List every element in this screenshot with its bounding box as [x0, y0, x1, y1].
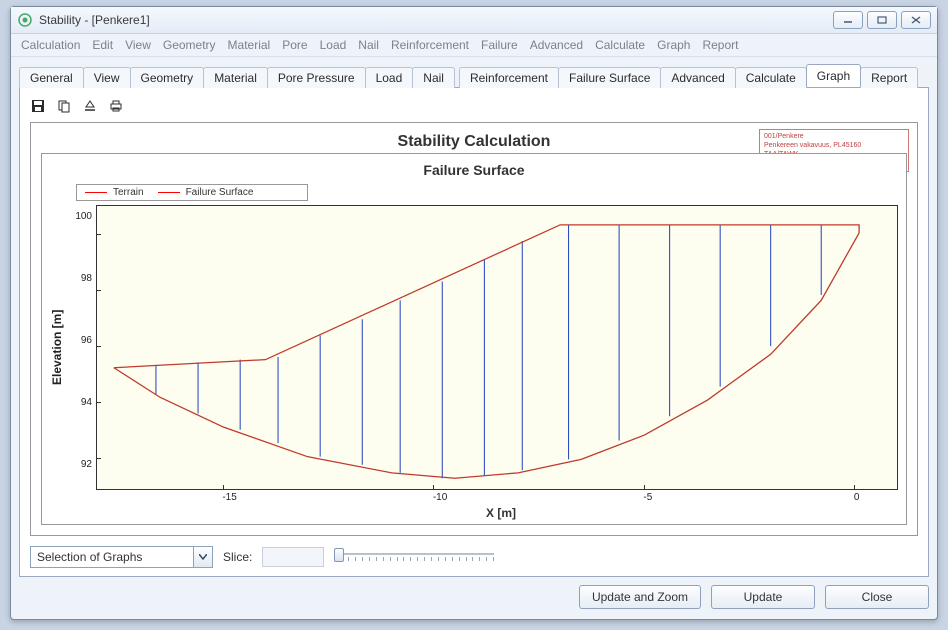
tabstrip[interactable]: GeneralViewGeometryMaterialPore Pressure… — [19, 63, 929, 88]
menu-material[interactable]: Material — [228, 38, 271, 52]
titlebar[interactable]: Stability - [Penkere1] — [11, 7, 937, 34]
menu-edit[interactable]: Edit — [92, 38, 113, 52]
chart-frame: 001/Penkere Penkereen vakavuus, PL45160 … — [30, 122, 918, 536]
tab-advanced[interactable]: Advanced — [660, 67, 735, 88]
maximize-button[interactable] — [867, 11, 897, 29]
tab-load[interactable]: Load — [365, 67, 414, 88]
tab-failure-surface[interactable]: Failure Surface — [558, 67, 661, 88]
menu-failure[interactable]: Failure — [481, 38, 518, 52]
plot-wrapper: Elevation [m] 10098969492 — [50, 205, 898, 490]
legend-item: Terrain — [85, 187, 144, 198]
dialog-footer: Update and Zoom Update Close — [19, 585, 929, 609]
menu-nail[interactable]: Nail — [358, 38, 379, 52]
menu-reinforcement[interactable]: Reinforcement — [391, 38, 469, 52]
tab-view[interactable]: View — [83, 67, 131, 88]
graph-tab-panel: 001/Penkere Penkereen vakavuus, PL45160 … — [19, 88, 929, 577]
chevron-down-icon[interactable] — [193, 547, 212, 567]
window-buttons — [833, 11, 931, 29]
minimize-button[interactable] — [833, 11, 863, 29]
plot-area[interactable] — [96, 205, 898, 490]
save-icon[interactable] — [30, 98, 46, 114]
update-and-zoom-button[interactable]: Update and Zoom — [579, 585, 701, 609]
menu-calculation[interactable]: Calculation — [21, 38, 80, 52]
tab-material[interactable]: Material — [203, 67, 268, 88]
app-icon — [17, 12, 33, 28]
menubar[interactable]: Calculation Edit View Geometry Material Pore L… — [11, 34, 937, 57]
chart-inner-frame: Failure Surface Terrain Failure Surface E… — [41, 153, 907, 525]
copy-icon[interactable] — [56, 98, 72, 114]
window-title: Stability - [Penkere1] — [39, 13, 833, 27]
graph-selection-combo[interactable]: Selection of Graphs — [30, 546, 213, 568]
tab-graph[interactable]: Graph — [806, 64, 861, 87]
graph-toolbar — [30, 96, 918, 116]
chart-legend: Terrain Failure Surface — [76, 184, 308, 201]
close-button[interactable] — [901, 11, 931, 29]
close-dialog-button[interactable]: Close — [825, 585, 929, 609]
menu-advanced[interactable]: Advanced — [530, 38, 583, 52]
tab-pore-pressure[interactable]: Pore Pressure — [267, 67, 366, 88]
x-axis-ticks: -15-10-50 — [104, 492, 898, 504]
menu-calculate[interactable]: Calculate — [595, 38, 645, 52]
menu-report[interactable]: Report — [702, 38, 738, 52]
y-axis-ticks: 10098969492 — [66, 205, 96, 490]
chart-subtitle: Failure Surface — [42, 162, 906, 178]
tab-general[interactable]: General — [19, 67, 84, 88]
tab-reinforcement[interactable]: Reinforcement — [459, 67, 559, 88]
graph-selection-value: Selection of Graphs — [31, 550, 193, 564]
zoom-extents-icon[interactable] — [82, 98, 98, 114]
menu-geometry[interactable]: Geometry — [163, 38, 216, 52]
menu-view[interactable]: View — [125, 38, 151, 52]
menu-load[interactable]: Load — [320, 38, 347, 52]
x-axis-label: X [m] — [486, 506, 516, 520]
update-button[interactable]: Update — [711, 585, 815, 609]
app-window: Stability - [Penkere1] Calculation Edit Vi… — [10, 6, 938, 620]
slider-thumb[interactable] — [334, 548, 344, 562]
slice-label: Slice: — [223, 550, 252, 564]
legend-item: Failure Surface — [158, 187, 254, 198]
tab-geometry[interactable]: Geometry — [130, 67, 205, 88]
menu-graph[interactable]: Graph — [657, 38, 690, 52]
x-axis: -15-10-50 X [m] — [104, 492, 898, 520]
menu-pore[interactable]: Pore — [282, 38, 307, 52]
tab-calculate[interactable]: Calculate — [735, 67, 807, 88]
print-icon[interactable] — [108, 98, 124, 114]
tab-nail[interactable]: Nail — [412, 67, 455, 88]
slice-slider[interactable] — [334, 547, 494, 567]
tab-report[interactable]: Report — [860, 67, 918, 88]
y-axis-label: Elevation [m] — [50, 205, 64, 490]
slice-value-box[interactable] — [262, 547, 324, 567]
graph-controls-row: Selection of Graphs Slice: — [30, 546, 918, 568]
client-area: GeneralViewGeometryMaterialPore Pressure… — [11, 57, 937, 619]
